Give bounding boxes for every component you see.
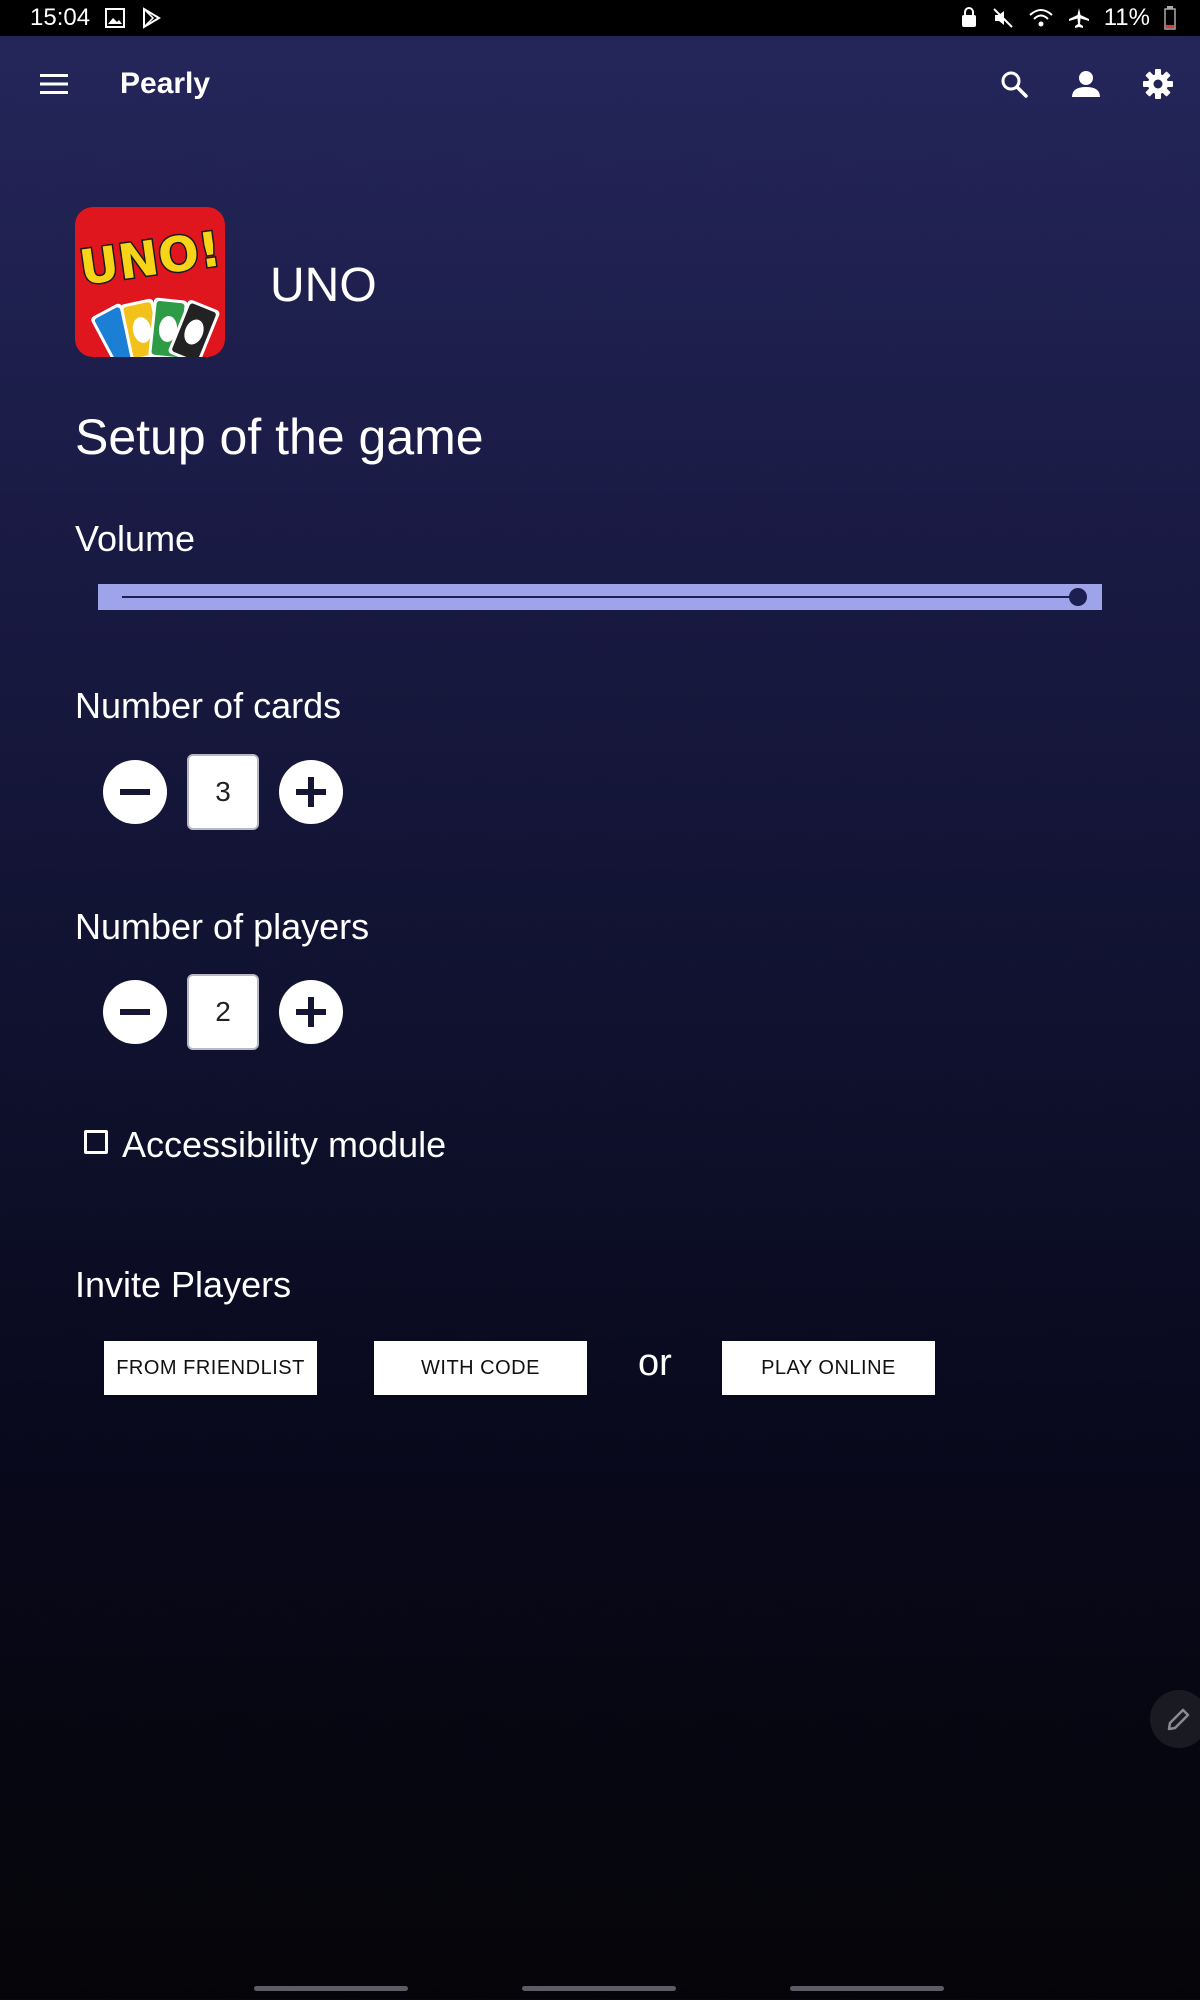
game-title: UNO [270, 259, 377, 312]
players-label: Number of players [75, 906, 370, 947]
search-icon[interactable] [996, 66, 1032, 102]
volume-slider[interactable] [98, 584, 1102, 610]
status-bar: 15:04 11% [0, 0, 1200, 36]
app-bar: Pearly [0, 36, 1200, 132]
minus-icon [120, 1009, 150, 1015]
accessibility-label: Accessibility module [122, 1124, 447, 1165]
players-increment-button[interactable] [279, 980, 343, 1044]
setup-heading: Setup of the game [75, 409, 484, 465]
battery-icon [1164, 6, 1176, 30]
nav-handle-center[interactable] [522, 1986, 676, 1991]
game-logo: UNO! [75, 207, 225, 357]
cards-value-field[interactable]: 3 [187, 754, 259, 830]
image-icon [104, 7, 126, 29]
plus-icon [296, 997, 326, 1027]
status-time: 15:04 [30, 4, 91, 31]
players-decrement-button[interactable] [103, 980, 167, 1044]
cards-label: Number of cards [75, 685, 342, 726]
cards-decrement-button[interactable] [103, 760, 167, 824]
app-title: Pearly [120, 67, 211, 100]
app-actions [996, 66, 1176, 102]
with-code-button[interactable]: WITH CODE [374, 1341, 587, 1395]
players-stepper: 2 [103, 974, 343, 1050]
play-online-button[interactable]: PLAY ONLINE [722, 1341, 935, 1395]
volume-slider-fill [122, 596, 1078, 598]
cards-stepper: 3 [103, 754, 343, 830]
wifi-icon [1028, 7, 1054, 29]
airplane-icon [1068, 7, 1090, 29]
plus-icon [296, 777, 326, 807]
settings-icon[interactable] [1140, 66, 1176, 102]
invite-heading: Invite Players [75, 1264, 292, 1305]
players-value-field[interactable]: 2 [187, 974, 259, 1050]
play-store-icon [140, 7, 162, 29]
cards-increment-button[interactable] [279, 760, 343, 824]
volume-slider-thumb[interactable] [1069, 588, 1087, 606]
minus-icon [120, 789, 150, 795]
or-text: or [638, 1342, 672, 1384]
lock-icon [960, 7, 978, 29]
nav-handle-right[interactable] [790, 1986, 944, 1991]
menu-icon[interactable] [36, 66, 72, 102]
edit-button[interactable] [1150, 1690, 1200, 1748]
accessibility-checkbox-row[interactable]: Accessibility module [84, 1124, 446, 1166]
accessibility-checkbox[interactable] [84, 1130, 108, 1154]
battery-percent: 11% [1103, 4, 1150, 31]
volume-label: Volume [75, 518, 196, 559]
status-right: 11% [960, 4, 1176, 32]
status-left: 15:04 [30, 4, 162, 32]
account-icon[interactable] [1068, 66, 1104, 102]
mute-icon [992, 7, 1014, 29]
nav-handle-left[interactable] [254, 1986, 408, 1991]
pencil-icon [1167, 1708, 1190, 1731]
from-friendlist-button[interactable]: FROM FRIENDLIST [104, 1341, 317, 1395]
